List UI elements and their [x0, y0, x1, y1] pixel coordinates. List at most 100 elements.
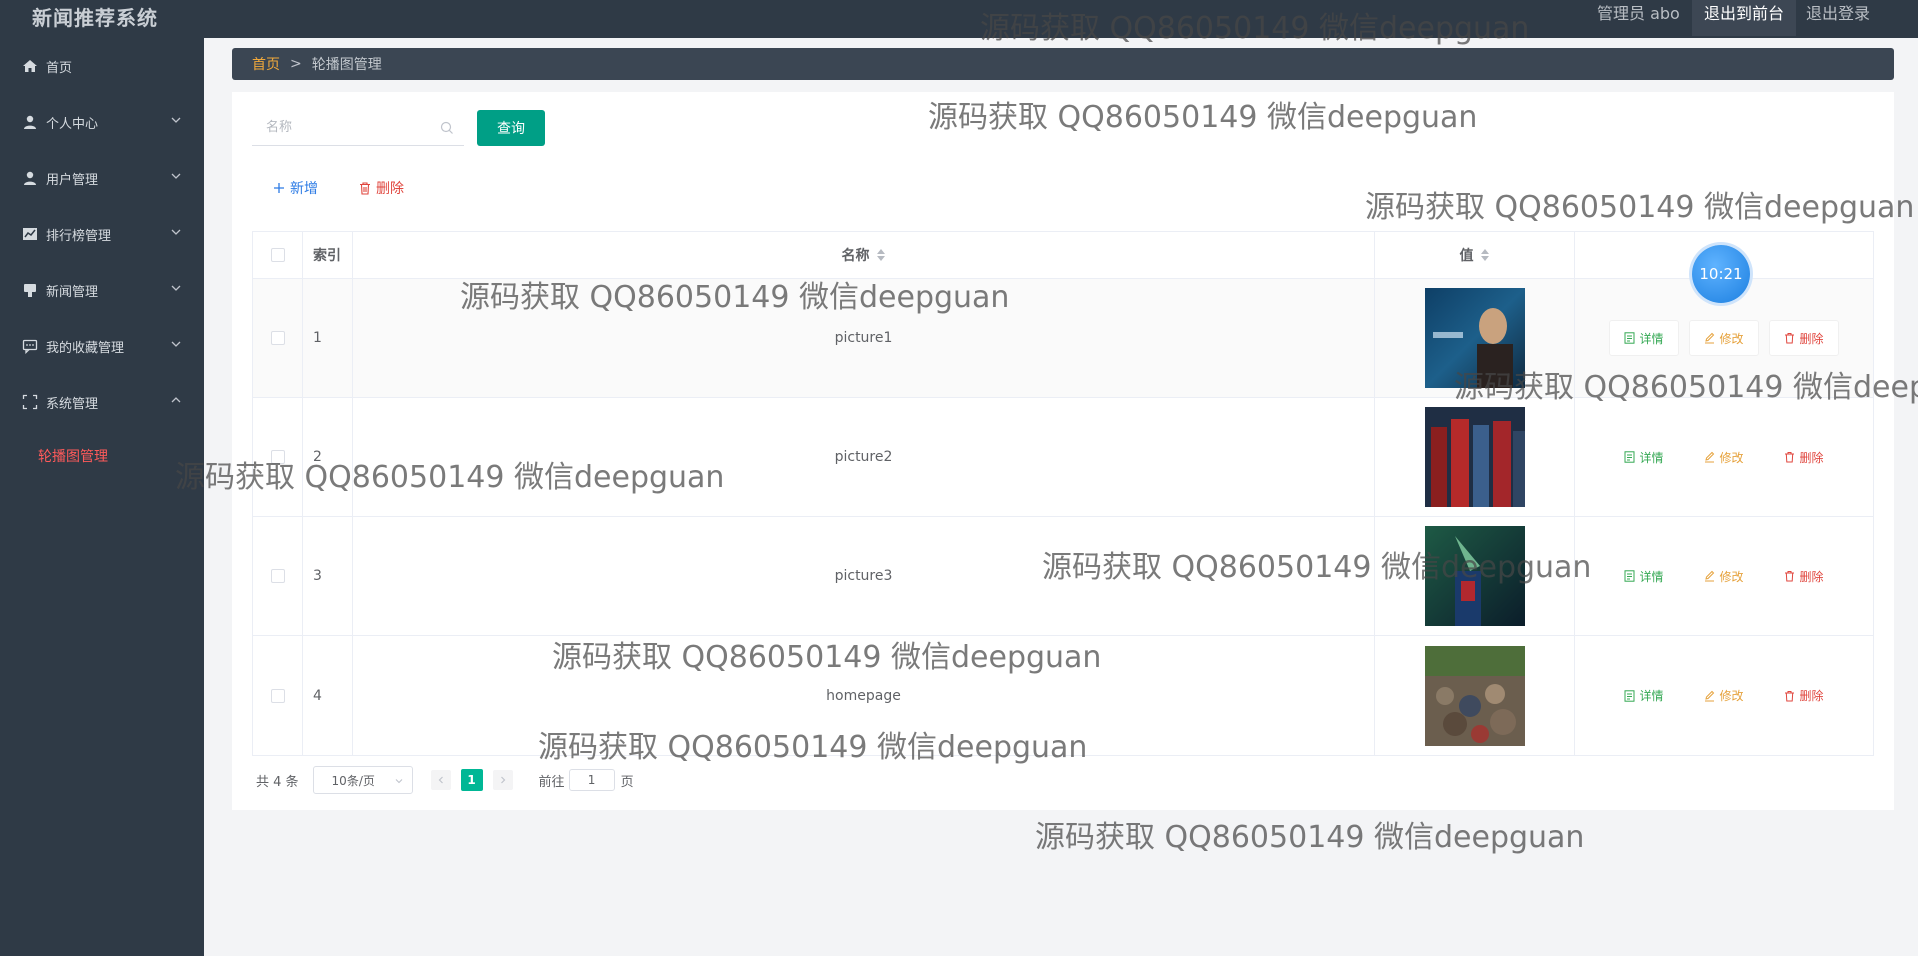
edit-icon [1705, 451, 1715, 463]
goto-label: 前往 [538, 774, 565, 790]
trash-icon [1785, 452, 1795, 463]
user-icon [22, 114, 38, 130]
sidebar-item-label: 新闻管理 [46, 284, 99, 300]
sidebar-item-news[interactable]: 新闻管理 [0, 262, 204, 318]
delete-button[interactable]: 删除 [1769, 677, 1839, 714]
select-all-checkbox[interactable] [270, 248, 285, 262]
edit-icon [1705, 570, 1715, 582]
detail-button[interactable]: 详情 [1609, 320, 1679, 356]
carousel-image-thumbnail [1424, 288, 1525, 388]
page-size-select[interactable]: 10条/页 [312, 766, 413, 794]
home-icon [22, 58, 38, 74]
data-table: 索引 名称 值 1 picture1 详情 修改 删除 2 picture2 详… [252, 231, 1874, 756]
sidebar-subitem-carousel[interactable]: 轮播图管理 [38, 446, 108, 466]
sort-icon[interactable] [1480, 248, 1490, 262]
delete-button[interactable]: 删除 [1769, 320, 1839, 356]
breadcrumb-separator: > [290, 56, 302, 72]
trash-icon [1785, 333, 1795, 344]
chevron-down-icon [171, 285, 181, 291]
edit-button[interactable]: 修改 [1689, 558, 1759, 594]
row-name: picture1 [353, 279, 1375, 397]
sort-icon[interactable] [876, 248, 886, 262]
fullscreen-icon [22, 394, 38, 410]
edit-button[interactable]: 修改 [1689, 677, 1759, 714]
query-button[interactable]: 查询 [477, 110, 545, 146]
detail-button[interactable]: 详情 [1609, 439, 1679, 475]
row-checkbox[interactable] [270, 569, 285, 583]
prev-page-button[interactable] [430, 770, 451, 790]
table-row: 1 picture1 详情 修改 删除 [253, 279, 1873, 398]
column-header-name[interactable]: 名称 [353, 232, 1375, 278]
document-icon [1624, 689, 1635, 702]
edit-button[interactable]: 修改 [1689, 439, 1759, 475]
goto-page-input[interactable]: 1 [568, 769, 615, 791]
row-index: 2 [303, 398, 353, 516]
table-row: 3 picture3 详情 修改 删除 [253, 517, 1873, 636]
sidebar-item-system[interactable]: 系统管理 [0, 374, 204, 430]
app-title: 新闻推荐系统 [32, 6, 158, 30]
sidebar-item-label: 个人中心 [46, 116, 99, 132]
sidebar-item-users[interactable]: 用户管理 [0, 150, 204, 206]
row-index: 3 [303, 517, 353, 635]
row-checkbox[interactable] [270, 331, 285, 345]
detail-button[interactable]: 详情 [1609, 558, 1679, 594]
edit-icon [1705, 332, 1715, 344]
pagination-total: 共 4 条 [256, 774, 299, 790]
search-icon [440, 121, 453, 134]
document-icon [1624, 570, 1635, 582]
row-index: 1 [303, 279, 353, 397]
edit-icon [1705, 690, 1715, 701]
column-header-index: 索引 [303, 232, 353, 278]
news-icon [22, 282, 38, 298]
clock-widget: 10:21 [1692, 245, 1750, 303]
next-page-button[interactable] [492, 770, 513, 790]
chat-icon [22, 338, 38, 354]
add-button-label: 新增 [290, 181, 318, 197]
document-icon [1624, 451, 1635, 463]
sidebar-item-ranking[interactable]: 排行榜管理 [0, 206, 204, 262]
sidebar-item-home[interactable]: 首页 [0, 38, 204, 94]
trash-icon [1785, 571, 1795, 582]
document-icon [1624, 332, 1635, 344]
breadcrumb-home[interactable]: 首页 [252, 54, 280, 74]
row-name: homepage [353, 636, 1375, 755]
sidebar-item-label: 排行榜管理 [46, 228, 112, 244]
pagination: 共 4 条 10条/页 1 前往 1 页 [256, 766, 634, 794]
chevron-down-icon [395, 779, 402, 784]
chevron-up-icon [171, 397, 181, 403]
sidebar-item-label: 用户管理 [46, 172, 99, 188]
chevron-down-icon [171, 341, 181, 347]
trash-icon [1785, 690, 1795, 701]
top-bar: 新闻推荐系统 管理员 abo 退出到前台 退出登录 [0, 0, 1918, 38]
batch-delete-button[interactable]: 删除 [358, 178, 404, 198]
delete-button-label: 删除 [376, 181, 404, 197]
table-row: 2 picture2 详情 修改 删除 [253, 398, 1873, 517]
logout-button[interactable]: 退出登录 [1806, 0, 1870, 27]
sidebar-item-label: 系统管理 [46, 396, 99, 412]
add-button[interactable]: 新增 [272, 178, 318, 198]
edit-button[interactable]: 修改 [1689, 320, 1759, 356]
row-name: picture3 [353, 517, 1375, 635]
detail-button[interactable]: 详情 [1609, 677, 1679, 714]
sidebar-item-profile[interactable]: 个人中心 [0, 94, 204, 150]
row-checkbox[interactable] [270, 688, 285, 703]
admin-label: 管理员 abo [1597, 4, 1680, 23]
page-number[interactable]: 1 [460, 769, 483, 791]
row-checkbox[interactable] [270, 450, 285, 464]
chart-icon [22, 226, 38, 242]
chevron-down-icon [171, 117, 181, 123]
chevron-right-icon [500, 776, 505, 784]
sidebar-item-label: 首页 [46, 60, 73, 76]
delete-button[interactable]: 删除 [1769, 558, 1839, 594]
table-row: 4 homepage 详情 修改 删除 [253, 636, 1873, 755]
sidebar-item-label: 我的收藏管理 [46, 340, 125, 356]
row-name: picture2 [353, 398, 1375, 516]
search-input[interactable] [252, 110, 432, 144]
exit-to-front-button[interactable]: 退出到前台 [1692, 0, 1796, 36]
user-icon [22, 170, 38, 186]
column-header-value[interactable]: 值 [1375, 232, 1575, 278]
row-index: 4 [303, 636, 353, 755]
delete-button[interactable]: 删除 [1769, 439, 1839, 475]
sidebar-item-favorites[interactable]: 我的收藏管理 [0, 318, 204, 374]
carousel-image-thumbnail [1424, 526, 1525, 626]
